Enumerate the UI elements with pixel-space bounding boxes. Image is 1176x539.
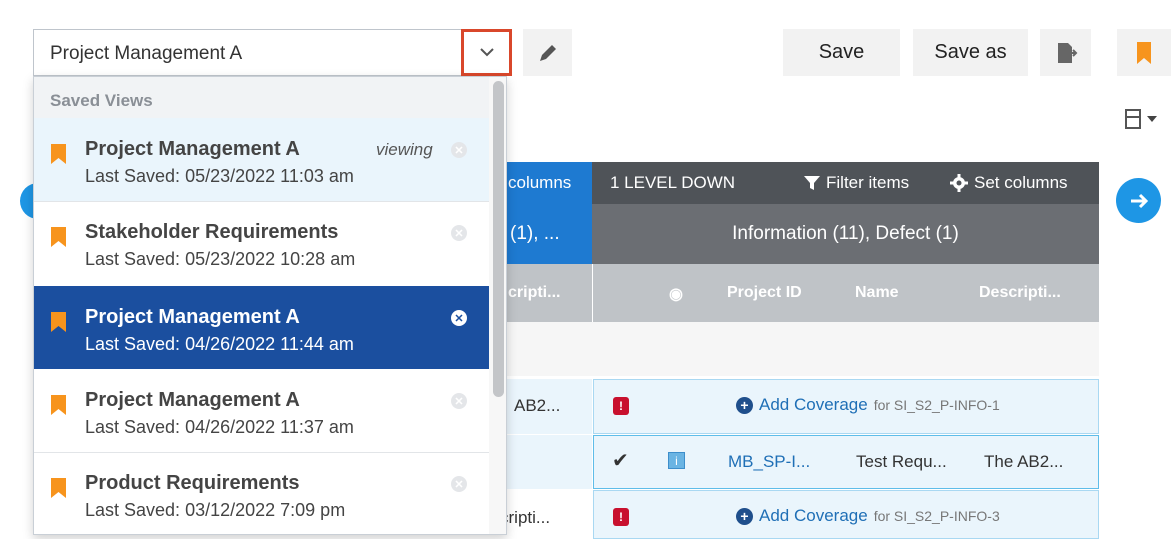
gear-icon — [950, 174, 968, 192]
arrow-right-circle-icon — [1130, 193, 1148, 208]
saved-view-name: Product Requirements — [85, 472, 300, 494]
saved-view-date: Last Saved: 05/23/2022 11:03 am — [85, 166, 354, 186]
table-row: AB2... ! + Add Coverage for SI_S2_P-INFO… — [490, 379, 1099, 434]
set-columns-button[interactable]: Set columns — [950, 173, 1068, 193]
name-column[interactable]: Name — [855, 284, 899, 302]
next-pane-button[interactable] — [1116, 178, 1161, 223]
viewing-indicator: viewing — [376, 140, 433, 159]
level-label: 1 LEVEL DOWN — [610, 173, 736, 192]
defect-icon: ! — [613, 397, 629, 415]
add-coverage-link[interactable]: + Add Coverage for SI_S2_P-INFO-1 — [736, 395, 1000, 415]
saved-views-dropdown: Saved Views Project Management A viewing… — [33, 76, 507, 535]
table-row: cripti... ! + Add Coverage for SI_S2_P-I… — [490, 490, 1099, 539]
saved-view-date: Last Saved: 03/12/2022 7:09 pm — [85, 500, 346, 520]
split-view-icon — [1125, 109, 1141, 129]
plus-circle-icon: + — [736, 396, 753, 414]
checked-checkbox[interactable]: ✔ — [612, 448, 629, 473]
remove-view-icon[interactable]: ✕ — [451, 225, 467, 241]
pencil-icon — [539, 44, 556, 61]
coverage-grid: columns 1 LEVEL DOWN Filter items Set co… — [490, 162, 1099, 539]
saved-view-item[interactable]: Stakeholder Requirements ✕ Last Saved: 0… — [34, 201, 489, 284]
remove-view-icon[interactable]: ✕ — [451, 142, 467, 158]
saved-view-date: Last Saved: 04/26/2022 11:37 am — [85, 417, 354, 437]
filter-items-button[interactable]: Filter items — [804, 173, 909, 193]
bookmark-icon — [51, 227, 66, 247]
set-columns-label: Set columns — [974, 173, 1068, 192]
chevron-down-icon — [479, 48, 494, 57]
caret-down-icon — [1147, 116, 1157, 122]
export-icon — [1057, 42, 1077, 63]
export-button[interactable] — [1040, 29, 1091, 76]
bookmark-icon — [51, 312, 66, 332]
column-header-row: ◉ Project ID Name Descripti... — [593, 264, 1099, 322]
name-cell: Test Requ... — [856, 452, 947, 471]
type-column-icon: ◉ — [669, 286, 683, 303]
filter-icon — [804, 176, 820, 190]
saved-view-item[interactable]: Project Management A ✕ Last Saved: 04/26… — [34, 369, 489, 452]
left-cell-text: AB2... — [514, 396, 561, 415]
left-cell-text: cripti... — [500, 508, 551, 527]
table-row — [490, 322, 1099, 376]
add-coverage-target: for SI_S2_P-INFO-3 — [873, 508, 1000, 524]
coverage-cell: ! + Add Coverage for SI_S2_P-INFO-1 — [593, 379, 1099, 434]
saved-view-name: Project Management A — [85, 389, 300, 411]
saved-view-date: Last Saved: 05/23/2022 10:28 am — [85, 249, 356, 269]
bookmark-icon — [51, 144, 66, 164]
plus-circle-icon: + — [736, 507, 753, 525]
left-description-column[interactable]: cripti... — [508, 284, 560, 302]
add-coverage-label: Add Coverage — [759, 395, 868, 414]
filter-items-label: Filter items — [826, 173, 910, 192]
save-button[interactable]: Save — [783, 29, 900, 76]
view-selector[interactable]: Project Management A — [33, 29, 512, 76]
saved-view-item[interactable]: Project Management A viewing ✕ Last Save… — [34, 118, 489, 201]
saved-view-name: Stakeholder Requirements — [85, 221, 339, 243]
view-selector-value: Project Management A — [50, 43, 243, 64]
remove-view-icon[interactable]: ✕ — [451, 476, 467, 492]
coverage-cell: ✔ i MB_SP-I... Test Requ... The AB2... — [593, 435, 1099, 489]
add-coverage-label: Add Coverage — [759, 506, 868, 525]
table-row: ✔ i MB_SP-I... Test Requ... The AB2... — [490, 435, 1099, 490]
bookmark-icon — [51, 395, 66, 415]
add-coverage-target: for SI_S2_P-INFO-1 — [873, 397, 1000, 413]
saved-view-name: Project Management A — [85, 306, 300, 328]
add-coverage-link[interactable]: + Add Coverage for SI_S2_P-INFO-3 — [736, 506, 1000, 526]
edit-view-button[interactable] — [523, 29, 572, 76]
group-header: Information (11), Defect (1) — [592, 204, 1099, 264]
remove-view-icon[interactable]: ✕ — [451, 310, 467, 326]
project-id-column[interactable]: Project ID — [727, 284, 802, 302]
saved-views-header: Saved Views — [34, 77, 489, 118]
project-id-link[interactable]: MB_SP-I... — [728, 452, 810, 472]
description-column[interactable]: Descripti... — [979, 284, 1061, 302]
level-header: 1 LEVEL DOWN Filter items Set columns — [592, 162, 1099, 204]
remove-view-icon[interactable]: ✕ — [451, 393, 467, 409]
save-as-button[interactable]: Save as — [913, 29, 1028, 76]
description-cell: The AB2... — [984, 452, 1064, 471]
saved-view-item-selected[interactable]: Project Management A ✕ Last Saved: 04/26… — [34, 286, 489, 369]
info-item-icon: i — [668, 452, 685, 469]
saved-view-item[interactable]: Product Requirements ✕ Last Saved: 03/12… — [34, 452, 489, 534]
bookmark-icon — [1137, 41, 1151, 64]
bookmark-button[interactable] — [1117, 29, 1171, 76]
split-view-menu[interactable] — [1115, 104, 1167, 134]
coverage-cell: ! + Add Coverage for SI_S2_P-INFO-3 — [593, 490, 1099, 539]
defect-icon: ! — [613, 508, 629, 526]
saved-view-name: Project Management A — [85, 138, 300, 160]
dropdown-scrollbar-thumb[interactable] — [493, 81, 504, 397]
view-dropdown-button[interactable] — [461, 29, 512, 76]
bookmark-icon — [51, 478, 66, 498]
saved-view-date: Last Saved: 04/26/2022 11:44 am — [85, 334, 354, 354]
